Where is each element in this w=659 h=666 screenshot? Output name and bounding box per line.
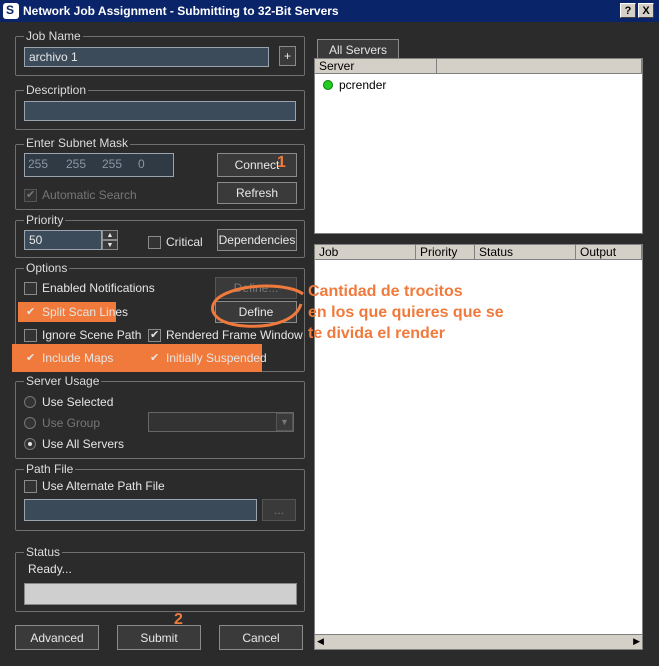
output-column-header[interactable]: Output (576, 245, 642, 260)
submit-button[interactable]: Submit (117, 625, 201, 650)
server-usage-label: Server Usage (24, 374, 102, 388)
annotation-number-1: 1 (277, 154, 286, 171)
use-selected-radio[interactable]: Use Selected (24, 395, 113, 409)
use-group-label: Use Group (42, 416, 101, 430)
critical-box (148, 235, 161, 249)
job-name-input[interactable]: archivo 1 (24, 47, 269, 67)
status-column-header[interactable]: Status (475, 245, 576, 260)
ignore-scene-path-checkbox[interactable]: Ignore Scene Path (24, 328, 141, 342)
automatic-search-label: Automatic Search (42, 188, 137, 202)
use-all-servers-dot (24, 438, 36, 450)
include-maps-label: Include Maps (42, 351, 114, 365)
automatic-search-checkbox[interactable]: Automatic Search (24, 188, 137, 202)
annotation-note-line-3: te divida el render (308, 325, 445, 342)
browse-path-button[interactable]: ... (262, 499, 296, 521)
enabled-notifications-label: Enabled Notifications (42, 281, 155, 295)
list-item[interactable]: pcrender (323, 78, 386, 92)
subnet-label: Enter Subnet Mask (24, 136, 131, 150)
rendered-frame-window-label: Rendered Frame Window (166, 328, 303, 342)
job-column-header[interactable]: Job (315, 245, 416, 260)
use-selected-dot (24, 396, 36, 408)
path-file-input[interactable] (24, 499, 257, 521)
critical-label: Critical (166, 235, 203, 249)
app-icon (3, 3, 19, 19)
status-text: Ready... (28, 562, 72, 576)
server-list[interactable]: Server pcrender (314, 58, 643, 234)
ignore-scene-path-label: Ignore Scene Path (42, 328, 142, 342)
job-name-label: Job Name (24, 29, 83, 43)
use-all-servers-label: Use All Servers (42, 437, 125, 451)
window-title: Network Job Assignment - Submitting to 3… (23, 4, 339, 18)
help-button[interactable]: ? (620, 3, 636, 18)
subnet-octet-4: 0 (138, 157, 145, 171)
rendered-frame-window-checkbox[interactable]: Rendered Frame Window (148, 328, 303, 342)
initially-suspended-box (148, 351, 161, 365)
refresh-button[interactable]: Refresh (217, 182, 297, 204)
enabled-notifications-box (24, 281, 37, 295)
priority-input[interactable]: 50 (24, 230, 102, 250)
priority-column-header[interactable]: Priority (416, 245, 475, 260)
use-all-servers-radio[interactable]: Use All Servers (24, 437, 124, 451)
annotation-number-2: 2 (174, 611, 183, 628)
annotation-note-line-2: en los que quieres que se (308, 304, 504, 321)
cancel-button[interactable]: Cancel (219, 625, 303, 650)
server-online-icon (323, 80, 333, 90)
description-input[interactable] (24, 101, 296, 121)
priority-label: Priority (24, 213, 66, 227)
enabled-notifications-checkbox[interactable]: Enabled Notifications (24, 281, 155, 295)
horizontal-scrollbar[interactable]: ◀ ▶ (315, 634, 642, 649)
ignore-scene-path-box (24, 328, 37, 342)
status-progress-bar (24, 583, 297, 605)
annotation-note: Cantidad de trocitos en los que quieres … (308, 281, 504, 344)
title-bar: Network Job Assignment - Submitting to 3… (0, 0, 659, 22)
use-alternate-path-box (24, 479, 37, 493)
include-maps-checkbox[interactable]: Include Maps (24, 351, 113, 365)
use-selected-label: Use Selected (42, 395, 114, 409)
automatic-search-box (24, 188, 37, 202)
use-group-select[interactable] (148, 412, 294, 432)
dependencies-button[interactable]: Dependencies (217, 229, 297, 251)
use-group-dot (24, 417, 36, 429)
priority-up-icon[interactable]: ▲ (102, 230, 118, 240)
scroll-left-icon[interactable]: ◀ (317, 636, 324, 647)
priority-down-icon[interactable]: ▼ (102, 240, 118, 250)
annotation-note-line-1: Cantidad de trocitos (308, 283, 463, 300)
job-name-plus-button[interactable]: + (279, 46, 296, 66)
path-file-label: Path File (24, 462, 76, 476)
use-alternate-path-checkbox[interactable]: Use Alternate Path File (24, 479, 165, 493)
chevron-down-icon[interactable]: ▼ (276, 413, 293, 431)
use-alternate-path-label: Use Alternate Path File (42, 479, 165, 493)
close-button[interactable]: X (638, 3, 654, 18)
initially-suspended-checkbox[interactable]: Initially Suspended (148, 351, 267, 365)
rendered-frame-window-box (148, 328, 161, 342)
scroll-right-icon[interactable]: ▶ (633, 636, 640, 647)
split-scan-lines-checkbox[interactable]: Split Scan Lines (24, 305, 128, 319)
server-name: pcrender (339, 78, 387, 92)
subnet-octet-3: 255 (102, 157, 123, 171)
split-scan-lines-label: Split Scan Lines (42, 305, 129, 319)
description-label: Description (24, 83, 89, 97)
include-maps-box (24, 351, 37, 365)
tab-all-servers[interactable]: All Servers (317, 39, 399, 59)
server-column-header-blank[interactable] (437, 59, 642, 74)
server-column-header[interactable]: Server (315, 59, 437, 74)
critical-checkbox[interactable]: Critical (148, 235, 203, 249)
subnet-octet-1: 255 (28, 157, 49, 171)
options-label: Options (24, 261, 70, 275)
split-scan-lines-box (24, 305, 37, 319)
use-group-radio[interactable]: Use Group (24, 416, 100, 430)
status-label: Status (24, 545, 63, 559)
initially-suspended-label: Initially Suspended (166, 351, 267, 365)
subnet-octet-2: 255 (66, 157, 87, 171)
annotation-circle (211, 284, 304, 328)
advanced-button[interactable]: Advanced (15, 625, 99, 650)
